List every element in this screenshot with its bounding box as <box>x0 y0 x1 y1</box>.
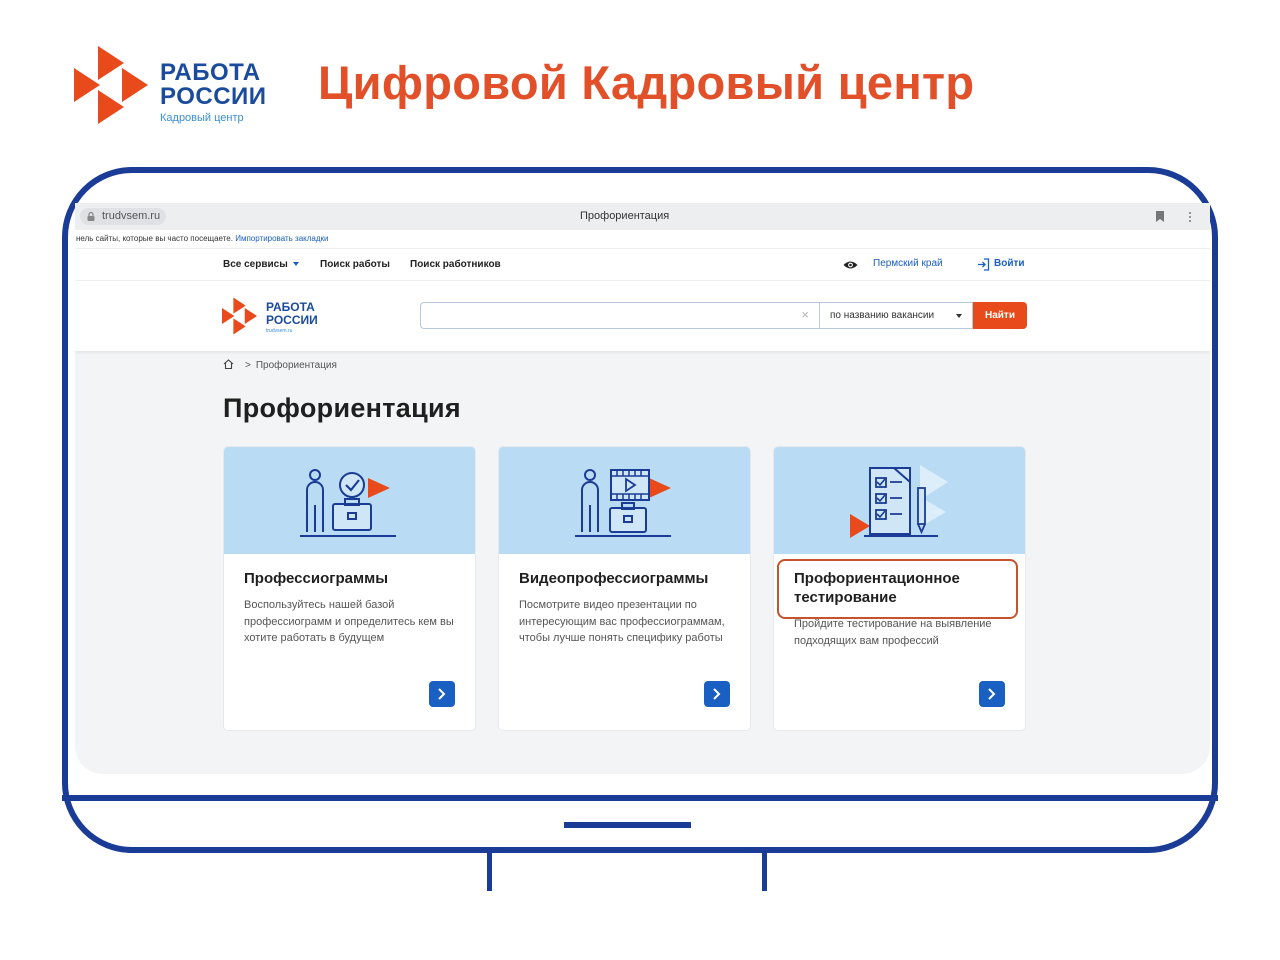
person-briefcase-video-icon <box>575 469 671 537</box>
chevron-right-icon <box>988 688 996 700</box>
site-top-nav: Все сервисы Поиск работы Поиск работнико… <box>75 248 1210 281</box>
home-icon[interactable] <box>223 359 234 369</box>
card-title: Профессиограммы <box>244 570 389 587</box>
search-mode-label: по названию вакансии <box>830 310 935 321</box>
job-search-link[interactable]: Поиск работы <box>320 259 390 270</box>
site-logo[interactable]: РАБОТА РОССИИ trudvsem.ru <box>222 297 332 337</box>
browser-toolbar: trudvsem.ru Профориентация <box>75 203 1210 230</box>
page-tab-title: Профориентация <box>580 210 670 222</box>
card-open-button[interactable] <box>704 681 730 707</box>
bookmark-icon[interactable] <box>1156 211 1164 222</box>
import-bookmarks-link[interactable]: Импортировать закладки <box>235 234 328 243</box>
slide-logo: РАБОТА РОССИИ Кадровый центр <box>74 44 274 128</box>
site-header: РАБОТА РОССИИ trudvsem.ru × по названию … <box>75 281 1210 351</box>
monitor-slot <box>564 822 691 828</box>
monitor-leg-right <box>762 853 767 891</box>
search-mode-select[interactable]: по названию вакансии <box>820 302 973 329</box>
worker-search-link[interactable]: Поиск работников <box>410 259 501 270</box>
login-link[interactable]: Войти <box>994 258 1025 269</box>
card-description: Пройдите тестирование на выявление подхо… <box>794 618 992 647</box>
checklist-pencil-icon <box>850 465 948 538</box>
clear-icon[interactable]: × <box>801 308 809 322</box>
rabota-rossii-logo-icon <box>222 297 258 335</box>
browser-screen: trudvsem.ru Профориентация нель сайты, к… <box>75 203 1210 774</box>
bookmarks-bar: нель сайты, которые вы часто посещаете. … <box>75 230 1210 248</box>
card-banner <box>224 447 475 554</box>
card-video-professiograms[interactable]: Видеопрофессиограммы Посмотрите видео пр… <box>498 446 751 731</box>
breadcrumb: > Профориентация <box>223 359 337 371</box>
card-open-button[interactable] <box>429 681 455 707</box>
chevron-down-icon <box>292 262 299 266</box>
chevron-right-icon <box>713 688 721 700</box>
rabota-rossii-logo-icon <box>74 46 148 124</box>
all-services-label: Все сервисы <box>223 259 288 270</box>
card-title: Видеопрофессиограммы <box>519 570 709 587</box>
card-banner <box>774 447 1025 554</box>
card-professiograms[interactable]: Профессиограммы Воспользуйтесь нашей баз… <box>223 446 476 731</box>
page-title: Профориентация <box>223 393 461 423</box>
kebab-menu-icon[interactable] <box>1188 211 1192 223</box>
url-text: trudvsem.ru <box>102 210 161 222</box>
person-briefcase-checkmark-icon <box>300 469 396 537</box>
card-banner <box>499 447 750 554</box>
breadcrumb-current: Профориентация <box>255 360 337 371</box>
slide-title: Цифровой Кадровый центр <box>318 56 975 109</box>
search-button[interactable]: Найти <box>973 302 1027 329</box>
region-selector[interactable]: Пермский край <box>873 258 943 269</box>
chevron-down-icon <box>956 314 962 318</box>
slide-logo-line3: Кадровый центр <box>160 112 244 124</box>
chevron-right-icon <box>438 688 446 700</box>
login-icon <box>978 258 990 271</box>
eye-icon[interactable] <box>843 260 858 270</box>
site-logo-line2: РОССИИ <box>266 313 318 327</box>
monitor-divider <box>62 795 1218 801</box>
search-input[interactable]: × <box>420 302 820 329</box>
bookmarks-hint: нель сайты, которые вы часто посещаете. <box>76 234 233 243</box>
breadcrumb-separator: > <box>245 360 251 371</box>
monitor-leg-left <box>487 853 492 891</box>
highlight-frame <box>777 559 1018 619</box>
slide-logo-line2: РОССИИ <box>160 83 267 110</box>
site-logo-line3: trudvsem.ru <box>266 328 293 334</box>
card-open-button[interactable] <box>979 681 1005 707</box>
address-bar[interactable]: trudvsem.ru <box>80 208 167 225</box>
card-description: Посмотрите видео презентации по интересу… <box>519 599 725 644</box>
lock-icon <box>87 212 95 221</box>
all-services-menu[interactable]: Все сервисы <box>223 259 299 270</box>
card-description: Воспользуйтесь нашей базой профессиограм… <box>244 599 454 644</box>
